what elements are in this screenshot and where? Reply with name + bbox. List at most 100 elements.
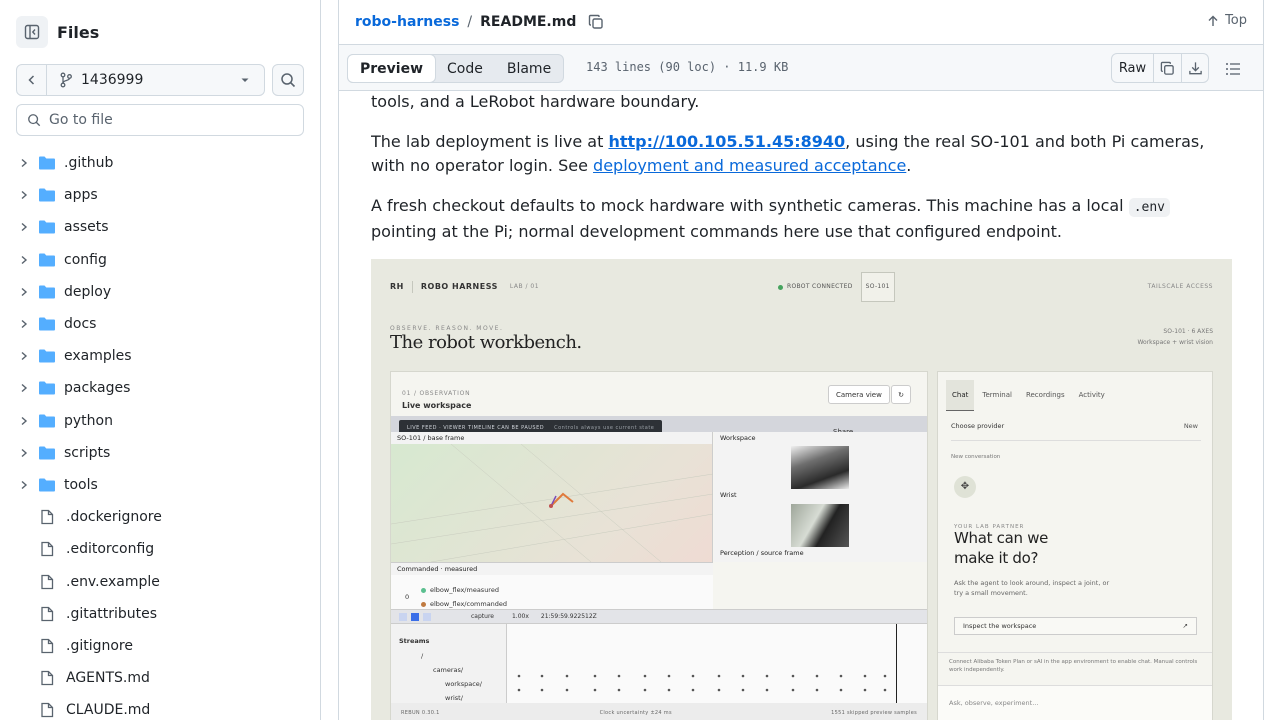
- joint-plot: Commanded · measured elbow_flex/measured…: [391, 562, 713, 609]
- branch-selector[interactable]: 1436999: [47, 64, 265, 96]
- file-icon: [41, 670, 54, 686]
- tab-preview[interactable]: Preview: [347, 54, 437, 83]
- tree-folder[interactable]: tools: [0, 469, 320, 501]
- status-text: ROBOT CONNECTED: [787, 283, 853, 290]
- tree-folder[interactable]: config: [0, 244, 320, 276]
- expand-toggle[interactable]: [16, 480, 32, 490]
- copy-icon: [1160, 61, 1174, 75]
- chat-input: Ask, observe, experiment...: [938, 685, 1212, 720]
- tree-item-label: .dockerignore: [66, 509, 162, 526]
- back-to-top-link[interactable]: Top: [1207, 13, 1247, 28]
- lab-label: LAB / 01: [509, 283, 540, 290]
- divider: [411, 281, 413, 293]
- search-files-button[interactable]: [272, 64, 304, 96]
- tree-folder[interactable]: apps: [0, 179, 320, 211]
- arrow-up-icon: [1208, 15, 1218, 26]
- list-unordered-icon: [1226, 63, 1240, 75]
- tree-file[interactable]: .env.example: [0, 565, 320, 597]
- footer-samples: 1551 skipped preview samples: [831, 710, 917, 716]
- tree-folder[interactable]: python: [0, 405, 320, 437]
- streams-panel: Streams / cameras/ workspace/ wrist/: [391, 623, 927, 704]
- panel-title: Live workspace: [402, 401, 472, 410]
- expand-toggle[interactable]: [16, 416, 32, 426]
- tree-folder[interactable]: examples: [0, 340, 320, 372]
- access-label: TAILSCALE ACCESS: [1147, 283, 1213, 290]
- file-meta: 143 lines (90 loc) · 11.9 KB: [586, 60, 789, 74]
- tree-file[interactable]: .gitignore: [0, 630, 320, 662]
- tree-item-label: scripts: [64, 444, 111, 461]
- caret-down-icon: [241, 78, 249, 82]
- copy-path-button[interactable]: [588, 14, 604, 30]
- file-icon: [41, 510, 54, 525]
- folder-icon: [39, 349, 55, 363]
- view-title: Workspace: [714, 432, 927, 444]
- folder-icon-wrap: [38, 380, 56, 396]
- tree-item-label: CLAUDE.md: [66, 702, 151, 719]
- tree-item-label: tools: [64, 476, 98, 493]
- deployment-url-link[interactable]: http://100.105.51.45:8940: [608, 132, 845, 151]
- suggestion-label: Inspect the workspace: [963, 622, 1037, 630]
- tree-folder[interactable]: deploy: [0, 276, 320, 308]
- folder-icon: [39, 317, 55, 331]
- tree-item-label: packages: [64, 380, 131, 397]
- file-toolbar: Preview Code Blame 143 lines (90 loc) · …: [339, 44, 1263, 91]
- expand-toggle[interactable]: [16, 351, 32, 361]
- breadcrumb-repo-link[interactable]: robo-harness: [355, 14, 459, 30]
- file-tree: .github apps assets config deploy docs example…: [0, 147, 320, 720]
- download-button[interactable]: [1181, 54, 1208, 82]
- expand-toggle[interactable]: [16, 448, 32, 458]
- tree-file[interactable]: CLAUDE.md: [0, 694, 320, 720]
- folder-icon: [39, 478, 55, 492]
- expand-toggle[interactable]: [16, 158, 32, 168]
- file-tree-sidebar: Files 1436999 Go to file .github apps asse…: [0, 0, 321, 720]
- tree-folder[interactable]: .github: [0, 147, 320, 179]
- camera-view-button: Camera view: [828, 385, 890, 404]
- view-title: Perception / source frame: [714, 547, 927, 559]
- tree-folder[interactable]: docs: [0, 308, 320, 340]
- deployment-docs-link[interactable]: deployment and measured acceptance: [593, 156, 906, 175]
- tab-blame[interactable]: Blame: [495, 55, 563, 82]
- file-icon: [41, 574, 54, 589]
- tree-item-label: assets: [64, 219, 109, 236]
- expand-toggle[interactable]: [16, 255, 32, 265]
- tab-activity: Activity: [1078, 391, 1105, 399]
- expand-toggle[interactable]: [16, 287, 32, 297]
- tree-file[interactable]: .gitattributes: [0, 598, 320, 630]
- tree-folder[interactable]: assets: [0, 211, 320, 243]
- branch-name: 1436999: [81, 72, 144, 88]
- timeline-area: [506, 624, 927, 704]
- collapse-sidebar-button[interactable]: [16, 16, 48, 48]
- expand-toggle[interactable]: [16, 319, 32, 329]
- text: The lab deployment is live at: [371, 132, 609, 151]
- tree-file[interactable]: .editorconfig: [0, 533, 320, 565]
- folder-icon: [39, 156, 55, 170]
- expand-toggle[interactable]: [16, 190, 32, 200]
- viewer-footer: REBUN 0.30.1 Clock uncertainty ±24 ms 15…: [391, 703, 927, 720]
- y-tick: 0: [405, 593, 410, 601]
- expand-toggle[interactable]: [16, 383, 32, 393]
- tree-file[interactable]: AGENTS.md: [0, 662, 320, 694]
- chevron-right-icon: [21, 223, 28, 232]
- new-chat-button: New: [1183, 422, 1198, 430]
- folder-icon: [39, 188, 55, 202]
- raw-button[interactable]: Raw: [1112, 54, 1154, 82]
- tree-folder[interactable]: scripts: [0, 437, 320, 469]
- chevron-right-icon: [21, 287, 28, 296]
- tree-item-label: docs: [64, 316, 97, 333]
- hero-meta: SO-101 · 6 AXES Workspace + wrist vision: [1137, 326, 1213, 348]
- tab-code[interactable]: Code: [435, 55, 495, 82]
- breadcrumb-file: README.md: [480, 14, 577, 30]
- sidebar-collapse-icon: [24, 24, 40, 40]
- go-to-file-input[interactable]: Go to file: [16, 104, 304, 136]
- copy-raw-button[interactable]: [1154, 54, 1181, 82]
- tree-item-label: .editorconfig: [66, 541, 155, 558]
- outline-button[interactable]: [1225, 61, 1241, 80]
- branch-row: 1436999: [16, 64, 265, 96]
- tree-folder[interactable]: packages: [0, 372, 320, 404]
- folder-icon-wrap: [38, 284, 56, 300]
- back-button[interactable]: [16, 64, 47, 96]
- tree-file[interactable]: .dockerignore: [0, 501, 320, 533]
- play-icon: [411, 612, 419, 621]
- file-icon-wrap: [40, 541, 58, 557]
- expand-toggle[interactable]: [16, 222, 32, 232]
